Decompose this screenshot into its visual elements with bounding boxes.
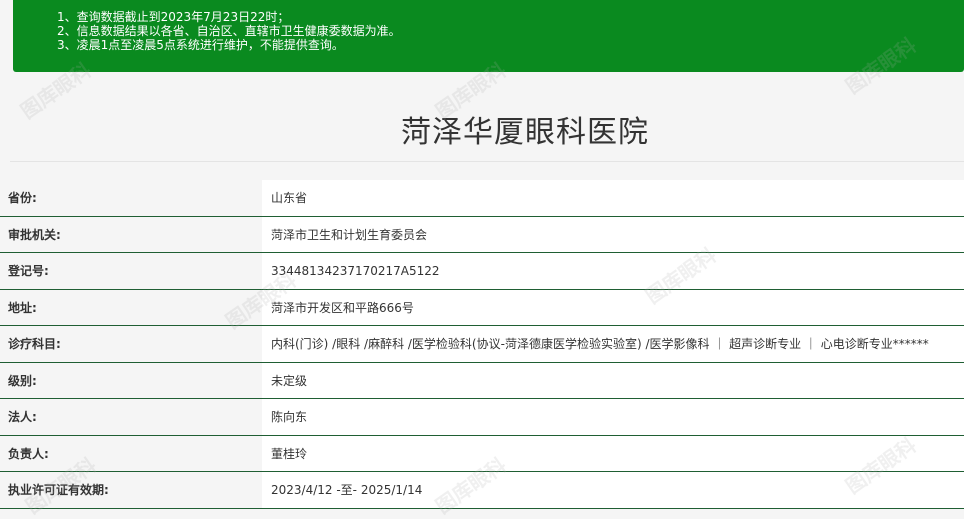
row-label: 执业许可证有效期: [0,472,262,508]
row-label: 审批机关: [0,216,262,252]
table-row-legal-person: 法人: 陈向东 [0,399,964,436]
row-value: 山东省 [262,180,964,216]
hospital-info-table: 省份: 山东省 审批机关: 菏泽市卫生和计划生育委员会 登记号: 3344813… [0,180,964,509]
table-row-address: 地址: 菏泽市开发区和平路666号 [0,289,964,326]
row-label: 负责人: [0,435,262,471]
table-row-approval-authority: 审批机关: 菏泽市卫生和计划生育委员会 [0,216,964,253]
table-row-departments: 诊疗科目: 内科(门诊) /眼科 /麻醉科 /医学检验科(协议-菏泽德康医学检验… [0,326,964,363]
row-label: 诊疗科目: [0,326,262,362]
notice-line-2: 2、信息数据结果以各省、自治区、直辖市卫生健康委数据为准。 [57,24,401,38]
notice-banner: 1、查询数据截止到2023年7月23日22时； 2、信息数据结果以各省、自治区、… [13,0,964,72]
row-value: 未定级 [262,362,964,398]
notice-line-1: 1、查询数据截止到2023年7月23日22时； [57,10,290,24]
table-row-license-validity: 执业许可证有效期: 2023/4/12 -至- 2025/1/14 [0,472,964,509]
row-label: 省份: [0,180,262,216]
row-label: 地址: [0,289,262,325]
row-value: 2023/4/12 -至- 2025/1/14 [262,472,964,508]
table-row-province: 省份: 山东省 [0,180,964,217]
table-row-level: 级别: 未定级 [0,362,964,399]
table-row-registration-number: 登记号: 33448134237170217A5122 [0,253,964,290]
row-value: 33448134237170217A5122 [262,253,964,289]
title-divider [10,161,964,162]
row-value: 菏泽市开发区和平路666号 [262,289,964,325]
row-label: 登记号: [0,253,262,289]
row-value: 陈向东 [262,399,964,435]
table-row-person-in-charge: 负责人: 董桂玲 [0,435,964,472]
row-value: 董桂玲 [262,435,964,471]
row-value: 菏泽市卫生和计划生育委员会 [262,216,964,252]
row-value: 内科(门诊) /眼科 /麻醉科 /医学检验科(协议-菏泽德康医学检验实验室) /… [262,326,964,362]
notice-line-3: 3、凌晨1点至凌晨5点系统进行维护，不能提供查询。 [57,38,344,52]
page-title: 菏泽华厦眼科医院 [401,115,649,150]
row-label: 级别: [0,362,262,398]
row-label: 法人: [0,399,262,435]
